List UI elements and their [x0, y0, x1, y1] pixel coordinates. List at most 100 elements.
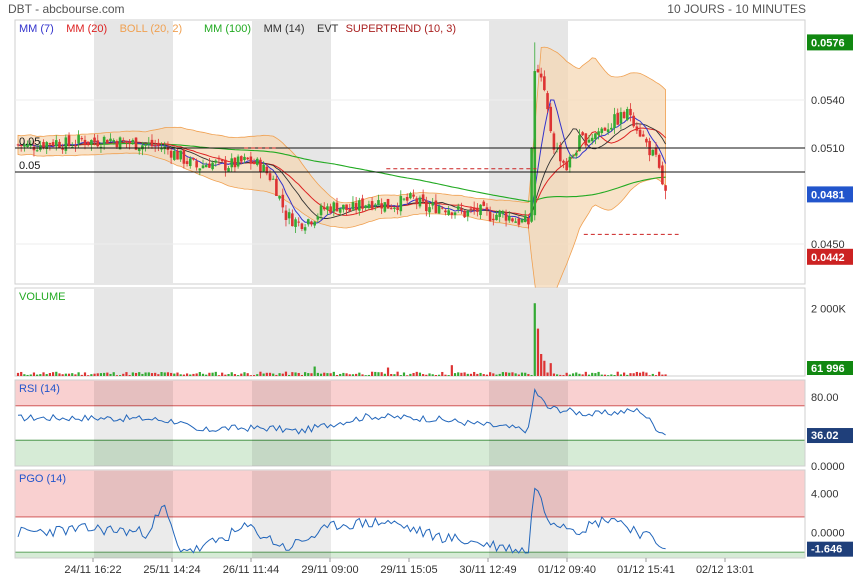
price-badge-label-low: 0.0442 — [811, 252, 845, 264]
rsi-title: RSI (14) — [19, 383, 60, 395]
rsi-last-label: 36.02 — [811, 430, 839, 442]
volume-bar — [268, 372, 272, 376]
volume-bar — [460, 372, 463, 376]
legend-item: MM (7) — [19, 23, 54, 35]
volume-bar — [654, 375, 658, 376]
price-tick-label: 0.0510 — [811, 143, 845, 155]
candle-body — [498, 210, 501, 217]
candle-body — [546, 93, 549, 110]
volume-bar — [16, 372, 20, 376]
candle-body — [310, 221, 313, 225]
volume-bar — [559, 374, 562, 376]
candle-body — [80, 138, 84, 140]
volume-bar — [294, 372, 297, 376]
volume-bar — [48, 373, 51, 376]
volume-bar — [619, 374, 623, 376]
volume-bar — [626, 374, 629, 376]
candle-body — [488, 211, 492, 222]
price-tick-label: 0.0540 — [811, 95, 845, 107]
candle-body — [373, 204, 377, 206]
volume-bar — [36, 374, 39, 376]
volume-bar — [578, 373, 581, 376]
volume-bar — [495, 374, 498, 376]
volume-panel: 2 000K 61 996 VOLUME — [14, 287, 853, 377]
candle-body — [246, 157, 249, 160]
volume-tick-label: 2 000K — [811, 303, 847, 315]
candle-body — [539, 73, 543, 78]
volume-bar — [638, 372, 642, 376]
legend-item: SUPERTREND (10, 3) — [346, 23, 456, 35]
volume-bar — [562, 375, 565, 376]
volume-bar — [485, 374, 489, 376]
volume-bar — [447, 375, 450, 376]
candle-body — [440, 207, 444, 209]
volume-bar — [457, 372, 460, 376]
candle-body — [42, 142, 45, 148]
volume-bar — [380, 372, 383, 376]
candle-body — [418, 197, 422, 207]
volume-bar — [297, 372, 300, 376]
volume-bar — [208, 372, 211, 376]
volume-bar — [189, 374, 192, 376]
candle-body — [48, 143, 52, 145]
x-tick-label: 29/11 09:00 — [301, 564, 358, 576]
volume-bar — [393, 374, 396, 376]
volume-bar — [645, 372, 648, 376]
volume-bar — [339, 373, 342, 376]
legend-item: BOLL (20, 2) — [120, 23, 183, 35]
volume-bar — [211, 372, 214, 376]
rsi-tick-label: 0.0000 — [811, 461, 845, 473]
candle-body — [664, 185, 667, 191]
volume-bar — [594, 373, 597, 376]
volume-bar — [546, 372, 549, 376]
legend-item: MM (100) — [204, 23, 251, 35]
candle-body — [482, 201, 486, 206]
candle-body — [437, 206, 441, 214]
volume-bar — [370, 371, 374, 376]
candle-body — [316, 216, 320, 220]
candle-body — [192, 158, 195, 160]
volume-bar — [466, 373, 469, 376]
candle-body — [606, 129, 610, 133]
candle-body — [469, 208, 473, 210]
x-tick-label: 30/11 12:49 — [459, 564, 516, 576]
candle-body — [195, 161, 198, 168]
rsi-panel: 0.0000 80.00 36.02 RSI (14) — [14, 379, 853, 473]
candle-body — [147, 142, 151, 145]
volume-bar — [96, 373, 99, 376]
candle-body — [622, 111, 626, 119]
volume-bar — [508, 372, 511, 376]
candle-body — [562, 160, 565, 163]
volume-bar — [651, 373, 654, 376]
pgo-last-label: -1.646 — [811, 544, 842, 556]
candle-body — [51, 142, 55, 146]
candle-body — [338, 208, 342, 213]
volume-bar — [99, 373, 103, 376]
volume-bar — [90, 374, 93, 376]
volume-bar — [565, 372, 568, 376]
volume-bar — [345, 373, 348, 376]
volume-bar — [364, 375, 367, 376]
volume-bar — [603, 374, 607, 376]
volume-bar — [163, 372, 166, 376]
volume-bar — [106, 372, 109, 376]
volume-bar — [51, 372, 55, 376]
volume-bar — [632, 373, 635, 376]
volume-bar — [517, 374, 520, 376]
candle-body — [243, 156, 246, 161]
candle-body — [271, 178, 275, 180]
volume-bar — [252, 375, 256, 376]
candle-body — [571, 155, 575, 157]
volume-bar — [205, 374, 208, 376]
volume-bar — [616, 371, 619, 376]
candle-body — [603, 127, 607, 131]
candle-body — [431, 202, 434, 206]
candle-body — [520, 219, 524, 223]
candle-body — [574, 152, 578, 156]
volume-bar — [482, 374, 485, 376]
candle-body — [600, 128, 604, 133]
candle-body — [58, 141, 61, 148]
volume-bar — [335, 375, 339, 376]
candle-body — [173, 150, 176, 160]
candle-body — [182, 149, 186, 164]
